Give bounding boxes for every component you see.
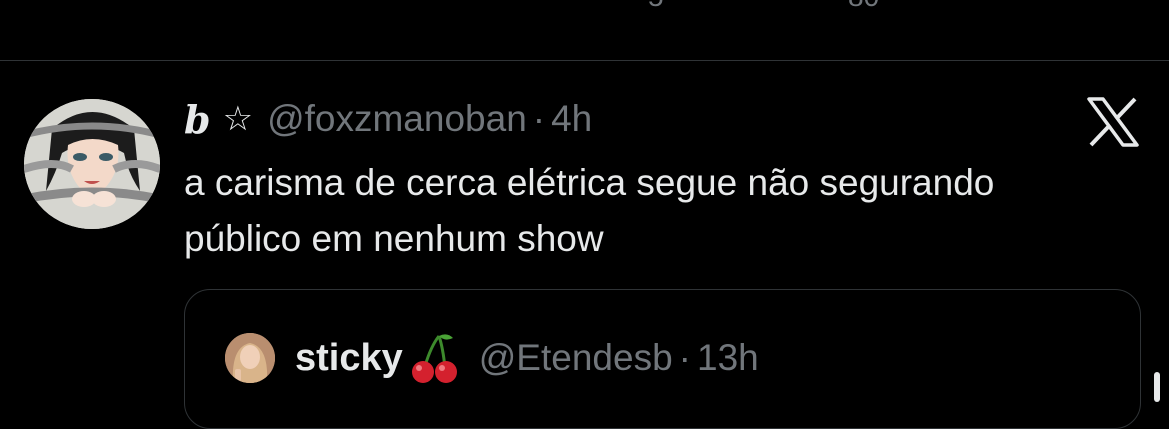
views-count: 80 [848, 0, 879, 13]
reply-button[interactable] [196, 0, 236, 12]
heart-icon [594, 0, 634, 12]
separator: · [532, 98, 546, 139]
like-button[interactable]: 5 [594, 0, 664, 12]
views-icon [798, 0, 834, 12]
quoted-tweet-card[interactable]: sticky @Etendesb · 13h [184, 289, 1141, 429]
tweet-header: b ☆ @foxzmanoban · 4h [184, 96, 592, 142]
quoted-user-handle[interactable]: @Etendesb [479, 337, 673, 379]
bookmark-button[interactable] [998, 0, 1038, 12]
previous-tweet-action-bar: 5 80 [0, 0, 1169, 62]
retweet-button[interactable] [392, 0, 438, 12]
reply-icon [196, 0, 236, 12]
quoted-separator: · [678, 337, 691, 378]
share-icon [1090, 0, 1130, 12]
share-button[interactable] [1090, 0, 1130, 12]
star-icon: ☆ [222, 100, 254, 138]
scrollbar-thumb[interactable] [1154, 372, 1160, 402]
display-name[interactable]: b [184, 97, 211, 142]
tweet-text: a carisma de cerca elétrica segue não se… [184, 162, 995, 259]
quoted-timestamp[interactable]: 13h [697, 337, 759, 379]
tweet-divider [0, 60, 1169, 61]
cherries-icon [411, 334, 457, 383]
views-button[interactable]: 80 [798, 0, 879, 12]
retweet-icon [392, 0, 438, 12]
quoted-avatar-image [225, 333, 275, 383]
like-count: 5 [648, 0, 664, 13]
tweet-timestamp[interactable]: 4h [551, 98, 592, 140]
quoted-avatar[interactable] [225, 333, 275, 383]
bookmark-icon [998, 0, 1038, 12]
avatar-image [24, 99, 160, 229]
user-handle[interactable]: @foxzmanoban [267, 98, 527, 140]
x-logo-icon [1086, 97, 1140, 147]
avatar[interactable] [24, 99, 160, 229]
quoted-display-name[interactable]: sticky [295, 337, 403, 380]
quoted-tweet-header: sticky @Etendesb · 13h [225, 327, 759, 389]
